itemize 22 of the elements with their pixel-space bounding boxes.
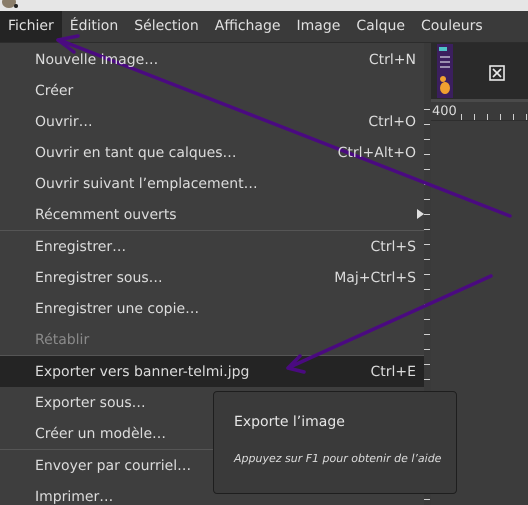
menu-bar-item[interactable]: Fichier [0,11,62,42]
menu-bar-item[interactable]: Image [288,11,348,42]
menu-item[interactable]: Ouvrir… Ctrl+O [0,106,424,137]
menu-bar-item[interactable]: Sélection [126,11,207,42]
app-icon [2,0,18,9]
close-icon[interactable] [489,65,505,81]
menu-bar-item[interactable]: Édition [62,11,126,42]
menu-item[interactable]: Créer [0,75,424,106]
menu-item[interactable]: Ouvrir suivant l’emplacement… [0,168,424,199]
menu-item[interactable]: Nouvelle image… Ctrl+N [0,44,424,75]
ruler-label: 400 [432,104,457,120]
menu-item[interactable]: Ouvrir en tant que calques… Ctrl+Alt+O [0,137,424,168]
menu-bar-item[interactable]: Calque [348,11,413,42]
menu-item[interactable]: Récemment ouverts [0,199,424,230]
tooltip-title: Exporte l’image [234,414,345,430]
menu-bar-item[interactable]: Affichage [206,11,289,42]
menu-item[interactable]: Enregistrer sous… Maj+Ctrl+S [0,262,424,293]
menu-bar-item[interactable]: Couleurs [413,11,491,42]
menu-item[interactable]: Exporter vers banner-telmi.jpg Ctrl+E [0,356,424,387]
tooltip-hint: Appuyez sur F1 pour obtenir de l’aide [234,452,442,465]
menu-item[interactable]: Enregistrer… Ctrl+S [0,231,424,262]
menu-item[interactable]: Enregistrer une copie… [0,293,424,324]
